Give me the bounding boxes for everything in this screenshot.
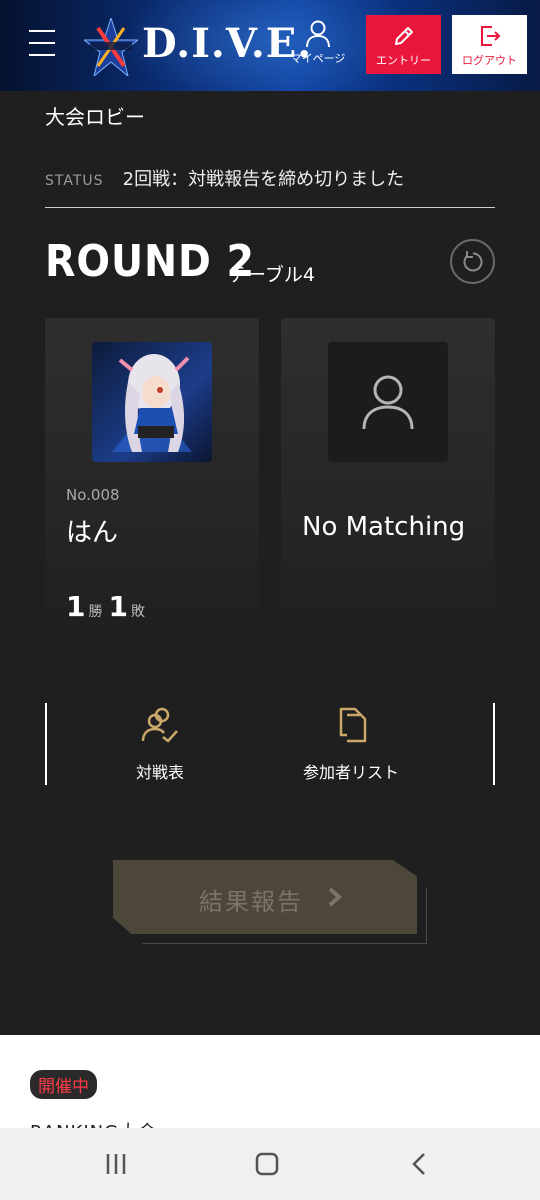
opponent-avatar bbox=[328, 342, 448, 462]
table-label: テーブル4 bbox=[228, 264, 315, 286]
site-logo[interactable]: D.I.V.E. bbox=[142, 20, 312, 67]
home-icon[interactable] bbox=[255, 1152, 279, 1176]
system-nav-bar bbox=[0, 1128, 540, 1200]
pencil-icon bbox=[394, 27, 413, 45]
logout-icon bbox=[480, 26, 500, 46]
back-icon[interactable] bbox=[408, 1152, 432, 1176]
app-header: D.I.V.E. マイページ エントリー ログアウト bbox=[0, 0, 540, 91]
player-record: 1勝1敗 bbox=[66, 590, 151, 623]
wins-count: 1 bbox=[66, 590, 86, 623]
participants-link[interactable]: 参加者リスト bbox=[271, 703, 431, 783]
report-label: 結果報告 bbox=[199, 888, 303, 916]
user-placeholder-icon bbox=[362, 375, 414, 430]
player-avatar bbox=[92, 342, 212, 462]
refresh-icon bbox=[463, 251, 483, 272]
divider bbox=[493, 703, 495, 785]
participants-label: 参加者リスト bbox=[302, 763, 399, 782]
user-icon bbox=[306, 20, 330, 48]
logout-label: ログアウト bbox=[462, 54, 517, 67]
page-title: 大会ロビー bbox=[45, 105, 145, 129]
player-name: はん bbox=[66, 518, 119, 548]
divider bbox=[45, 703, 47, 785]
logout-button[interactable]: ログアウト bbox=[452, 15, 527, 74]
chevron-right-icon bbox=[328, 887, 343, 907]
bracket-link[interactable]: 対戦表 bbox=[80, 703, 240, 783]
recent-apps-icon[interactable] bbox=[104, 1152, 128, 1176]
opponent-card: No Matching bbox=[281, 318, 495, 640]
users-check-icon bbox=[141, 707, 178, 743]
mypage-label: マイページ bbox=[290, 52, 346, 65]
lobby-links: 対戦表 参加者リスト bbox=[45, 703, 495, 785]
divider bbox=[45, 207, 495, 208]
brand-emblem-icon bbox=[82, 16, 140, 78]
wins-unit: 勝 bbox=[88, 604, 103, 620]
status-badge: 開催中 bbox=[30, 1070, 97, 1099]
round-title: ROUND 2 bbox=[45, 236, 255, 287]
menu-icon[interactable] bbox=[29, 30, 55, 58]
entry-label: エントリー bbox=[376, 54, 431, 67]
losses-count: 1 bbox=[108, 590, 128, 623]
entry-button[interactable]: エントリー bbox=[366, 15, 441, 74]
bracket-label: 対戦表 bbox=[135, 763, 184, 782]
losses-unit: 敗 bbox=[130, 604, 145, 620]
status-key: STATUS bbox=[45, 173, 104, 189]
status-value: 2回戦：対戦報告を締め切りました bbox=[122, 169, 405, 190]
mypage-button[interactable]: マイページ bbox=[288, 20, 348, 72]
report-button[interactable]: 結果報告 bbox=[113, 860, 429, 946]
tournament-list: 開催中 RANKING大会 bbox=[0, 1035, 540, 1130]
copy-icon bbox=[339, 707, 367, 743]
refresh-button[interactable] bbox=[450, 239, 495, 284]
player-number: No.008 bbox=[66, 486, 120, 504]
player-card[interactable]: No.008 はん 1勝1敗 bbox=[45, 318, 259, 640]
opponent-name: No Matching bbox=[302, 512, 466, 542]
status-row: STATUS 2回戦：対戦報告を締め切りました bbox=[45, 165, 495, 191]
